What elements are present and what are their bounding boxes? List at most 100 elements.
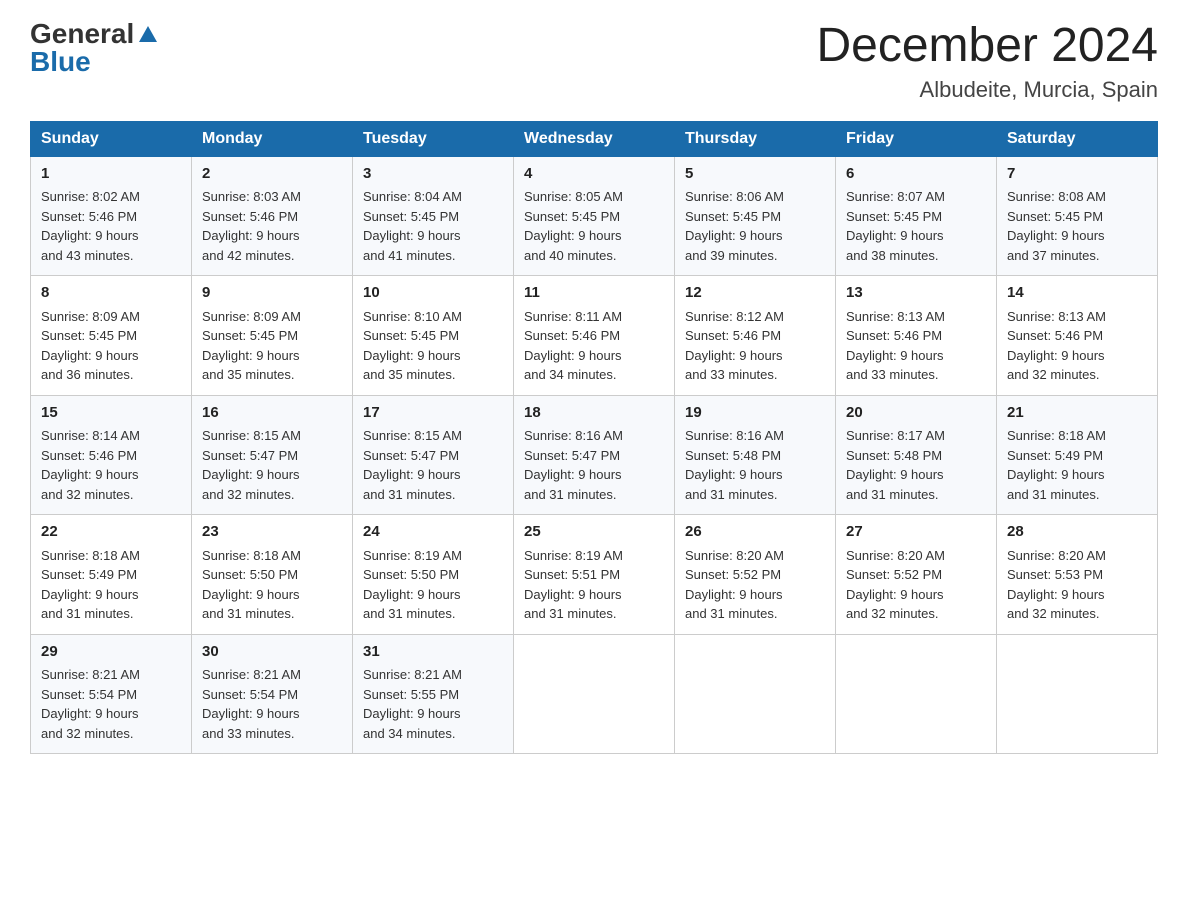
day-sunrise: Sunrise: 8:10 AM bbox=[363, 309, 462, 324]
day-daylight-line1: Daylight: 9 hours bbox=[202, 706, 300, 721]
day-sunset: Sunset: 5:46 PM bbox=[202, 209, 298, 224]
day-daylight-line2: and 33 minutes. bbox=[685, 367, 778, 382]
day-number: 24 bbox=[363, 521, 503, 544]
day-header-saturday: Saturday bbox=[997, 121, 1158, 156]
day-sunrise: Sunrise: 8:15 AM bbox=[202, 428, 301, 443]
day-header-tuesday: Tuesday bbox=[353, 121, 514, 156]
day-daylight-line2: and 32 minutes. bbox=[202, 487, 295, 502]
day-daylight-line2: and 43 minutes. bbox=[41, 248, 134, 263]
day-sunset: Sunset: 5:52 PM bbox=[846, 567, 942, 582]
month-title: December 2024 bbox=[816, 20, 1158, 73]
day-number: 18 bbox=[524, 402, 664, 425]
day-number: 6 bbox=[846, 163, 986, 186]
day-daylight-line1: Daylight: 9 hours bbox=[363, 228, 461, 243]
calendar-cell: 11 Sunrise: 8:11 AM Sunset: 5:46 PM Dayl… bbox=[514, 276, 675, 396]
day-daylight-line2: and 38 minutes. bbox=[846, 248, 939, 263]
day-sunrise: Sunrise: 8:21 AM bbox=[202, 667, 301, 682]
day-number: 23 bbox=[202, 521, 342, 544]
day-sunrise: Sunrise: 8:09 AM bbox=[202, 309, 301, 324]
day-sunrise: Sunrise: 8:06 AM bbox=[685, 189, 784, 204]
day-number: 16 bbox=[202, 402, 342, 425]
calendar-cell bbox=[514, 634, 675, 754]
day-number: 17 bbox=[363, 402, 503, 425]
calendar-cell: 2 Sunrise: 8:03 AM Sunset: 5:46 PM Dayli… bbox=[192, 156, 353, 276]
day-number: 13 bbox=[846, 282, 986, 305]
title-block: December 2024 Albudeite, Murcia, Spain bbox=[816, 20, 1158, 103]
day-daylight-line2: and 34 minutes. bbox=[363, 726, 456, 741]
day-daylight-line1: Daylight: 9 hours bbox=[524, 348, 622, 363]
day-daylight-line2: and 40 minutes. bbox=[524, 248, 617, 263]
location-title: Albudeite, Murcia, Spain bbox=[816, 77, 1158, 103]
day-sunset: Sunset: 5:54 PM bbox=[41, 687, 137, 702]
day-number: 22 bbox=[41, 521, 181, 544]
day-sunset: Sunset: 5:47 PM bbox=[524, 448, 620, 463]
day-daylight-line2: and 32 minutes. bbox=[41, 487, 134, 502]
day-sunrise: Sunrise: 8:07 AM bbox=[846, 189, 945, 204]
day-daylight-line1: Daylight: 9 hours bbox=[41, 348, 139, 363]
calendar-cell: 16 Sunrise: 8:15 AM Sunset: 5:47 PM Dayl… bbox=[192, 395, 353, 515]
day-daylight-line1: Daylight: 9 hours bbox=[846, 587, 944, 602]
logo-blue-text: Blue bbox=[30, 46, 91, 77]
calendar-cell: 30 Sunrise: 8:21 AM Sunset: 5:54 PM Dayl… bbox=[192, 634, 353, 754]
calendar-cell: 24 Sunrise: 8:19 AM Sunset: 5:50 PM Dayl… bbox=[353, 515, 514, 635]
day-sunset: Sunset: 5:48 PM bbox=[846, 448, 942, 463]
calendar-table: SundayMondayTuesdayWednesdayThursdayFrid… bbox=[30, 121, 1158, 755]
calendar-cell: 19 Sunrise: 8:16 AM Sunset: 5:48 PM Dayl… bbox=[675, 395, 836, 515]
day-sunset: Sunset: 5:55 PM bbox=[363, 687, 459, 702]
week-row: 15 Sunrise: 8:14 AM Sunset: 5:46 PM Dayl… bbox=[31, 395, 1158, 515]
day-number: 21 bbox=[1007, 402, 1147, 425]
calendar-cell: 3 Sunrise: 8:04 AM Sunset: 5:45 PM Dayli… bbox=[353, 156, 514, 276]
day-number: 12 bbox=[685, 282, 825, 305]
day-number: 8 bbox=[41, 282, 181, 305]
day-daylight-line1: Daylight: 9 hours bbox=[1007, 228, 1105, 243]
calendar-cell: 29 Sunrise: 8:21 AM Sunset: 5:54 PM Dayl… bbox=[31, 634, 192, 754]
day-daylight-line2: and 31 minutes. bbox=[846, 487, 939, 502]
day-sunrise: Sunrise: 8:09 AM bbox=[41, 309, 140, 324]
day-sunset: Sunset: 5:46 PM bbox=[41, 209, 137, 224]
day-sunrise: Sunrise: 8:18 AM bbox=[41, 548, 140, 563]
day-sunrise: Sunrise: 8:11 AM bbox=[524, 309, 622, 324]
day-sunrise: Sunrise: 8:17 AM bbox=[846, 428, 945, 443]
day-daylight-line1: Daylight: 9 hours bbox=[685, 228, 783, 243]
day-sunset: Sunset: 5:45 PM bbox=[524, 209, 620, 224]
day-daylight-line2: and 32 minutes. bbox=[41, 726, 134, 741]
day-header-wednesday: Wednesday bbox=[514, 121, 675, 156]
day-sunset: Sunset: 5:46 PM bbox=[41, 448, 137, 463]
calendar-cell: 21 Sunrise: 8:18 AM Sunset: 5:49 PM Dayl… bbox=[997, 395, 1158, 515]
calendar-cell: 7 Sunrise: 8:08 AM Sunset: 5:45 PM Dayli… bbox=[997, 156, 1158, 276]
day-sunset: Sunset: 5:50 PM bbox=[202, 567, 298, 582]
day-number: 26 bbox=[685, 521, 825, 544]
day-sunset: Sunset: 5:46 PM bbox=[846, 328, 942, 343]
day-number: 25 bbox=[524, 521, 664, 544]
day-daylight-line2: and 31 minutes. bbox=[524, 606, 617, 621]
day-sunset: Sunset: 5:45 PM bbox=[202, 328, 298, 343]
day-daylight-line1: Daylight: 9 hours bbox=[846, 348, 944, 363]
day-number: 15 bbox=[41, 402, 181, 425]
day-sunrise: Sunrise: 8:21 AM bbox=[363, 667, 462, 682]
day-sunset: Sunset: 5:46 PM bbox=[685, 328, 781, 343]
calendar-cell: 22 Sunrise: 8:18 AM Sunset: 5:49 PM Dayl… bbox=[31, 515, 192, 635]
day-sunrise: Sunrise: 8:20 AM bbox=[1007, 548, 1106, 563]
day-sunrise: Sunrise: 8:21 AM bbox=[41, 667, 140, 682]
day-sunset: Sunset: 5:47 PM bbox=[363, 448, 459, 463]
calendar-cell: 5 Sunrise: 8:06 AM Sunset: 5:45 PM Dayli… bbox=[675, 156, 836, 276]
calendar-cell: 12 Sunrise: 8:12 AM Sunset: 5:46 PM Dayl… bbox=[675, 276, 836, 396]
calendar-cell: 1 Sunrise: 8:02 AM Sunset: 5:46 PM Dayli… bbox=[31, 156, 192, 276]
day-daylight-line2: and 35 minutes. bbox=[363, 367, 456, 382]
day-number: 29 bbox=[41, 641, 181, 664]
day-daylight-line2: and 36 minutes. bbox=[41, 367, 134, 382]
day-daylight-line1: Daylight: 9 hours bbox=[363, 467, 461, 482]
calendar-cell: 15 Sunrise: 8:14 AM Sunset: 5:46 PM Dayl… bbox=[31, 395, 192, 515]
day-daylight-line1: Daylight: 9 hours bbox=[41, 706, 139, 721]
week-row: 29 Sunrise: 8:21 AM Sunset: 5:54 PM Dayl… bbox=[31, 634, 1158, 754]
day-sunset: Sunset: 5:52 PM bbox=[685, 567, 781, 582]
day-sunrise: Sunrise: 8:13 AM bbox=[1007, 309, 1106, 324]
day-sunrise: Sunrise: 8:18 AM bbox=[202, 548, 301, 563]
calendar-cell bbox=[675, 634, 836, 754]
day-header-friday: Friday bbox=[836, 121, 997, 156]
day-number: 10 bbox=[363, 282, 503, 305]
day-number: 31 bbox=[363, 641, 503, 664]
day-sunset: Sunset: 5:48 PM bbox=[685, 448, 781, 463]
day-daylight-line1: Daylight: 9 hours bbox=[524, 228, 622, 243]
day-daylight-line2: and 37 minutes. bbox=[1007, 248, 1100, 263]
